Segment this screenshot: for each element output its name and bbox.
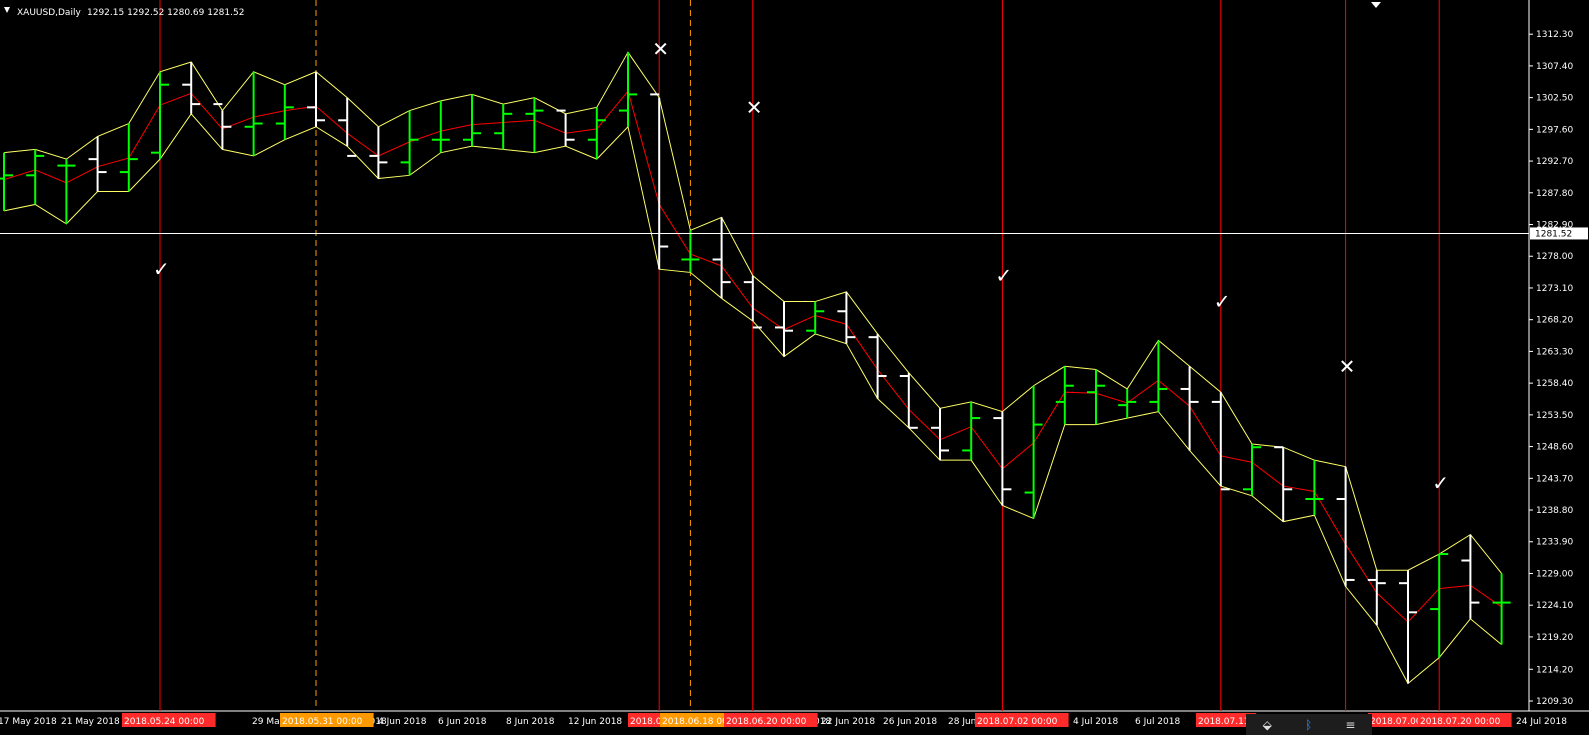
x-tick-label: 24 Jul 2018 — [1516, 717, 1567, 727]
system-tray: ⬙ ᛒ ≡ — [1246, 714, 1372, 735]
y-tick-label: 1273.10 — [1536, 284, 1573, 294]
y-tick-label: 1233.90 — [1536, 538, 1573, 548]
y-tick-label: 1263.30 — [1536, 347, 1573, 357]
y-tick-label: 1248.60 — [1536, 443, 1573, 453]
ohlc-readout: 1292.15 1292.52 1280.69 1281.52 — [87, 8, 244, 18]
y-tick-label: 1287.80 — [1536, 189, 1573, 199]
y-tick-label: 1209.30 — [1536, 697, 1573, 707]
signal-marker: ✕ — [746, 95, 763, 119]
tray-menu-icon[interactable]: ≡ — [1345, 718, 1355, 732]
y-tick-label: 1253.50 — [1536, 411, 1573, 421]
signal-marker: ✕ — [1339, 354, 1356, 378]
y-tick-label: 1243.70 — [1536, 474, 1573, 484]
y-tick-label: 1268.20 — [1536, 316, 1573, 326]
y-tick-label: 1219.20 — [1536, 633, 1573, 643]
x-tick-label: 6 Jun 2018 — [438, 717, 487, 727]
event-label: 2018.05.24 00:00 — [124, 717, 205, 727]
price-chart[interactable]: 1312.30 1307.40 1302.50 1297.60 1292.70 1287.… — [0, 0, 1589, 735]
y-tick-label: 1312.30 — [1536, 30, 1573, 40]
x-tick-label: 17 May 2018 — [0, 717, 57, 727]
signal-marker: ✓ — [995, 264, 1012, 288]
y-tick-label: 1229.00 — [1536, 569, 1573, 579]
current-price-label: 1281.52 — [1535, 229, 1572, 239]
event-label: 2018.07.11 — [1198, 717, 1250, 727]
y-tick-label: 1258.40 — [1536, 379, 1573, 389]
event-label: 2018.07.02 00:00 — [977, 717, 1058, 727]
event-label: 2018.05.31 00:00 — [282, 717, 363, 727]
event-label: 2018.07.20 00:00 — [1420, 717, 1501, 727]
y-tick-label: 1297.60 — [1536, 125, 1573, 135]
x-tick-label: 22 Jun 2018 — [821, 717, 875, 727]
dropbox-icon[interactable]: ⬙ — [1263, 718, 1272, 732]
x-tick-label: 8 Jun 2018 — [506, 717, 555, 727]
signal-marker: ✕ — [652, 37, 669, 61]
bluetooth-icon[interactable]: ᛒ — [1305, 718, 1312, 732]
signal-marker: ✓ — [1432, 471, 1449, 495]
y-tick-label: 1278.00 — [1536, 252, 1573, 262]
symbol-label: XAUUSD,Daily — [17, 8, 81, 18]
y-tick-label: 1224.10 — [1536, 601, 1573, 611]
x-tick-label: 21 May 2018 — [61, 717, 120, 727]
chart-svg[interactable]: 1312.30 1307.40 1302.50 1297.60 1292.70 1287.… — [0, 0, 1589, 735]
x-tick-label: 4 Jul 2018 — [1073, 717, 1118, 727]
signal-marker: ✓ — [1214, 290, 1231, 314]
y-tick-label: 1302.50 — [1536, 94, 1573, 104]
x-tick-label: 26 Jun 2018 — [883, 717, 937, 727]
x-tick-label: 4 Jun 2018 — [378, 717, 427, 727]
y-tick-label: 1292.70 — [1536, 157, 1573, 167]
x-tick-label: 6 Jul 2018 — [1135, 717, 1180, 727]
event-label: 2018.0 — [630, 717, 662, 727]
event-label: 2018.06.20 00:00 — [726, 717, 807, 727]
y-tick-label: 1307.40 — [1536, 62, 1573, 72]
x-tick-label: 12 Jun 2018 — [568, 717, 622, 727]
signal-marker: ✓ — [153, 257, 170, 281]
y-tick-label: 1214.20 — [1536, 665, 1573, 675]
y-tick-label: 1238.80 — [1536, 506, 1573, 516]
